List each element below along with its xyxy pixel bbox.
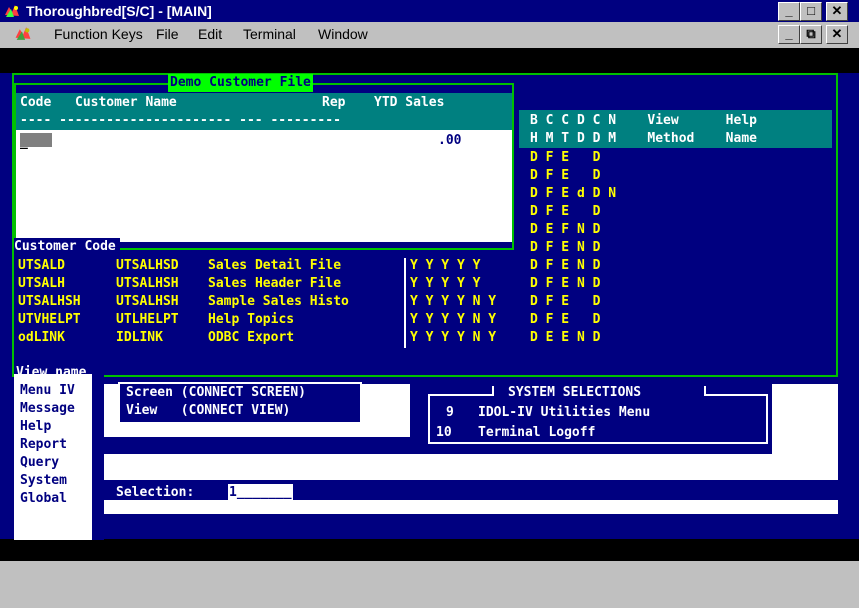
frame-top-left (428, 394, 492, 396)
frame-tab-right (704, 386, 706, 396)
views-row-flags: D F E D (530, 204, 601, 219)
side-menu-item-message[interactable]: Message (20, 400, 75, 418)
views-row-flags: D F E D (530, 168, 601, 183)
views-row-flags: D F E D (530, 150, 601, 165)
table-row-desc: Sample Sales Histo (208, 294, 349, 309)
menu-option-utilities[interactable]: IDOL-IV Utilities Menu (478, 404, 650, 422)
code-input-cursor[interactable]: _ (20, 133, 52, 150)
table-row-desc: Sales Header File (208, 276, 342, 291)
table-row-link: UTSALHSD (116, 258, 179, 273)
empty-white-bar (104, 454, 438, 480)
system-selections-title: SYSTEM SELECTIONS (508, 385, 642, 400)
views-row-flags: D F E D (530, 294, 601, 309)
terminal-screen[interactable]: B C C D C N View Help H M T D D M Method… (0, 48, 859, 561)
views-row-flags: D F E N D (530, 258, 601, 273)
views-row-flags: D F E d D N (530, 186, 617, 201)
table-row[interactable]: UTSALD (18, 257, 65, 275)
minimize-button[interactable]: _ (778, 2, 800, 21)
terminal-bottom-band (0, 539, 859, 561)
minimize-icon: _ (785, 26, 793, 41)
table-row[interactable]: odLINK (18, 329, 65, 347)
thoroughbred-app-icon[interactable] (4, 3, 20, 19)
menu-option-number: 10 (436, 425, 452, 440)
table-row[interactable]: UTSALHSH (18, 293, 81, 311)
views-row-flags: D F E D (530, 312, 601, 327)
views-row-flags: D E F N D (530, 222, 601, 237)
selection-input[interactable]: 1_______ (228, 484, 293, 502)
side-menu-item-help[interactable]: Help (20, 418, 51, 436)
views-header-row1: B C C D C N View Help (530, 113, 757, 128)
selection-label: Selection: (116, 485, 195, 500)
close-button[interactable]: ✕ (826, 2, 848, 21)
close-icon: ✕ (831, 26, 843, 41)
table-row-link: UTLHELPT (116, 312, 179, 327)
frame-tab-left (492, 386, 494, 396)
header-underline: ---- ---------------------- --- --------… (20, 113, 341, 128)
table-row-yflags: Y Y Y Y Y (410, 276, 497, 291)
side-menu-scroll (92, 374, 104, 540)
menu-function-keys[interactable]: Function Keys (54, 26, 143, 42)
table-row[interactable]: UTSALH (18, 275, 65, 293)
table-row-desc: Sales Detail File (208, 258, 342, 273)
ytd-sales-value: .00 (438, 133, 462, 148)
side-menu-item-report[interactable]: Report (20, 436, 67, 454)
selection-underbar (104, 500, 838, 514)
child-minimize-button[interactable]: _ (778, 25, 800, 44)
connect-view-option[interactable]: View (CONNECT VIEW) (126, 402, 290, 420)
maximize-icon: □ (807, 3, 815, 18)
table-row-yflags: Y Y Y Y N Y (410, 312, 497, 327)
menu-option-logoff[interactable]: Terminal Logoff (478, 424, 595, 442)
side-menu-item-query[interactable]: Query (20, 454, 59, 472)
child-close-button[interactable]: ✕ (826, 25, 848, 44)
table-row-yflags: Y Y Y Y N Y (410, 330, 497, 345)
customer-code-label: Customer Code (14, 238, 120, 256)
menu-bar: Function Keys File Edit Terminal Window … (0, 22, 859, 46)
side-menu-item-system[interactable]: System (20, 472, 67, 490)
child-restore-button[interactable]: ⧉ (800, 25, 822, 44)
header-code: Code (20, 95, 52, 110)
table-row-desc: Help Topics (208, 312, 295, 327)
header-rep: Rep (322, 95, 346, 110)
column-divider (404, 258, 406, 348)
side-menu-item-global[interactable]: Global (20, 490, 67, 508)
views-row-flags: D F E N D (530, 240, 601, 255)
table-row[interactable]: UTVHELPT (18, 311, 81, 329)
table-row-yflags: Y Y Y Y Y (410, 258, 497, 273)
side-menu-item-menu-iv[interactable]: Menu IV (20, 382, 75, 400)
minimize-icon: _ (785, 3, 793, 18)
table-row-link: UTSALHSH (116, 294, 179, 309)
window-title-bar: Thoroughbred[S/C] - [MAIN] _ □ ✕ (0, 0, 859, 22)
table-row-desc: ODBC Export (208, 330, 295, 345)
menu-file[interactable]: File (156, 26, 179, 42)
table-row-yflags: Y Y Y Y N Y (410, 294, 497, 309)
connect-screen-option[interactable]: Screen (CONNECT SCREEN) (126, 384, 306, 402)
menu-option-number: 9 (446, 405, 454, 420)
header-customer-name: Customer Name (75, 95, 177, 110)
header-ytd-sales: YTD Sales (374, 95, 445, 110)
table-row-link: IDLINK (116, 330, 163, 345)
document-app-icon[interactable] (14, 25, 32, 42)
terminal-top-band (0, 48, 859, 73)
menu-terminal[interactable]: Terminal (243, 26, 296, 42)
table-row-link: UTSALHSH (116, 276, 179, 291)
frame-top-right (706, 394, 768, 396)
menu-edit[interactable]: Edit (198, 26, 222, 42)
menu-window[interactable]: Window (318, 26, 368, 42)
views-row-flags: D E E N D (530, 330, 601, 345)
connect-gap (104, 437, 438, 454)
close-icon: ✕ (831, 3, 843, 18)
views-row-flags: D F E N D (530, 276, 601, 291)
restore-icon: ⧉ (806, 26, 816, 41)
window-bottom-area (0, 561, 859, 608)
maximize-button[interactable]: □ (800, 2, 822, 21)
window-title: Thoroughbred[S/C] - [MAIN] (26, 3, 212, 19)
views-header-row2: H M T D D M Method Name (530, 131, 757, 146)
customer-file-title: Demo Customer File (168, 74, 313, 92)
